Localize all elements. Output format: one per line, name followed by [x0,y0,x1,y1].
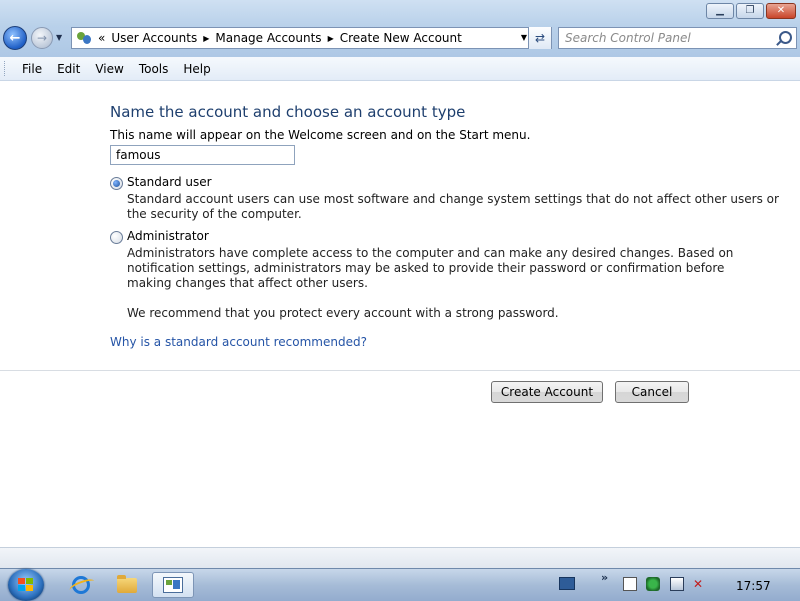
minimize-button[interactable]: ▁ [706,3,734,19]
description-line: Administrators have complete access to t… [127,246,734,260]
menu-help[interactable]: Help [175,62,217,76]
taskbar-control-panel[interactable] [152,572,194,598]
menu-tools[interactable]: Tools [131,62,176,76]
network-icon[interactable] [670,577,684,591]
forward-button[interactable]: → [31,27,53,49]
description-line: making changes that affect other users. [127,276,368,290]
menu-edit[interactable]: Edit [49,62,87,76]
windows-logo-icon [18,578,34,592]
standard-account-help-link[interactable]: Why is a standard account recommended? [110,335,367,349]
name-description: This name will appear on the Welcome scr… [110,128,531,142]
administrator-label[interactable]: Administrator [127,229,209,243]
show-desktop-icon[interactable] [559,577,575,590]
menu-bar: File Edit View Tools Help [0,57,800,81]
control-panel-icon [76,30,94,46]
taskbar: » ✕ 17:57 [0,568,800,601]
breadcrumb-separator-icon[interactable]: ▶ [328,34,334,43]
maximize-button[interactable]: ❐ [736,3,764,19]
breadcrumb-manage-accounts[interactable]: Manage Accounts [215,31,321,45]
page-title: Name the account and choose an account t… [110,103,466,121]
standard-user-radio[interactable] [110,177,123,190]
tray-expand-chevron[interactable]: » [601,571,608,584]
divider [0,370,800,371]
internet-explorer-icon [72,576,90,594]
refresh-icon: ⇄ [534,31,546,45]
search-box[interactable] [558,27,797,49]
control-panel-icon [163,577,183,593]
taskbar-windows-explorer[interactable] [108,572,146,598]
action-center-icon[interactable] [646,577,660,591]
description-line: notification settings, administrators ma… [127,261,725,275]
breadcrumb-overflow[interactable]: « [98,31,105,45]
breadcrumb-create-new-account[interactable]: Create New Account [340,31,462,45]
breadcrumb-user-accounts[interactable]: User Accounts [111,31,197,45]
menu-view[interactable]: View [87,62,130,76]
maximize-icon: ❐ [745,5,755,16]
search-icon[interactable] [779,31,792,44]
menu-grip [4,61,8,76]
close-icon: ✕ [776,5,786,16]
clock[interactable]: 17:57 [736,579,771,593]
cancel-button[interactable]: Cancel [615,381,689,403]
search-input[interactable] [565,29,765,47]
password-recommendation: We recommend that you protect every acco… [127,306,559,320]
description-line: Standard account users can use most soft… [127,192,779,206]
window-controls: ▁ ❐ ✕ [706,3,796,19]
address-chevron-down-icon[interactable]: ▼ [521,33,527,42]
taskbar-internet-explorer[interactable] [62,572,100,598]
main-content: Name the account and choose an account t… [0,81,800,547]
create-account-button[interactable]: Create Account [491,381,603,403]
administrator-description: Administrators have complete access to t… [127,246,733,291]
account-name-input[interactable] [110,145,295,165]
start-button[interactable] [8,569,44,601]
menu-file[interactable]: File [14,62,49,76]
back-button[interactable]: ← [3,26,27,50]
volume-muted-icon[interactable]: ✕ [693,577,707,591]
description-line: the security of the computer. [127,207,302,221]
window-titlebar: ▁ ❐ ✕ ← → ▼ « User Accounts ▶ Manage Acc… [0,0,800,57]
forward-arrow-icon: → [36,31,48,45]
refresh-button[interactable]: ⇄ [528,27,551,49]
standard-user-description: Standard account users can use most soft… [127,192,779,222]
recent-pages-chevron-down-icon[interactable]: ▼ [56,33,62,42]
administrator-radio[interactable] [110,231,123,244]
back-arrow-icon: ← [9,30,21,46]
minimize-icon: ▁ [716,5,724,16]
folder-icon [117,574,137,593]
notes-tray-icon[interactable] [623,577,637,591]
standard-user-label[interactable]: Standard user [127,175,212,189]
address-bar[interactable]: « User Accounts ▶ Manage Accounts ▶ Crea… [71,27,552,49]
status-strip [0,547,800,568]
close-button[interactable]: ✕ [766,3,796,19]
breadcrumb-separator-icon[interactable]: ▶ [203,34,209,43]
